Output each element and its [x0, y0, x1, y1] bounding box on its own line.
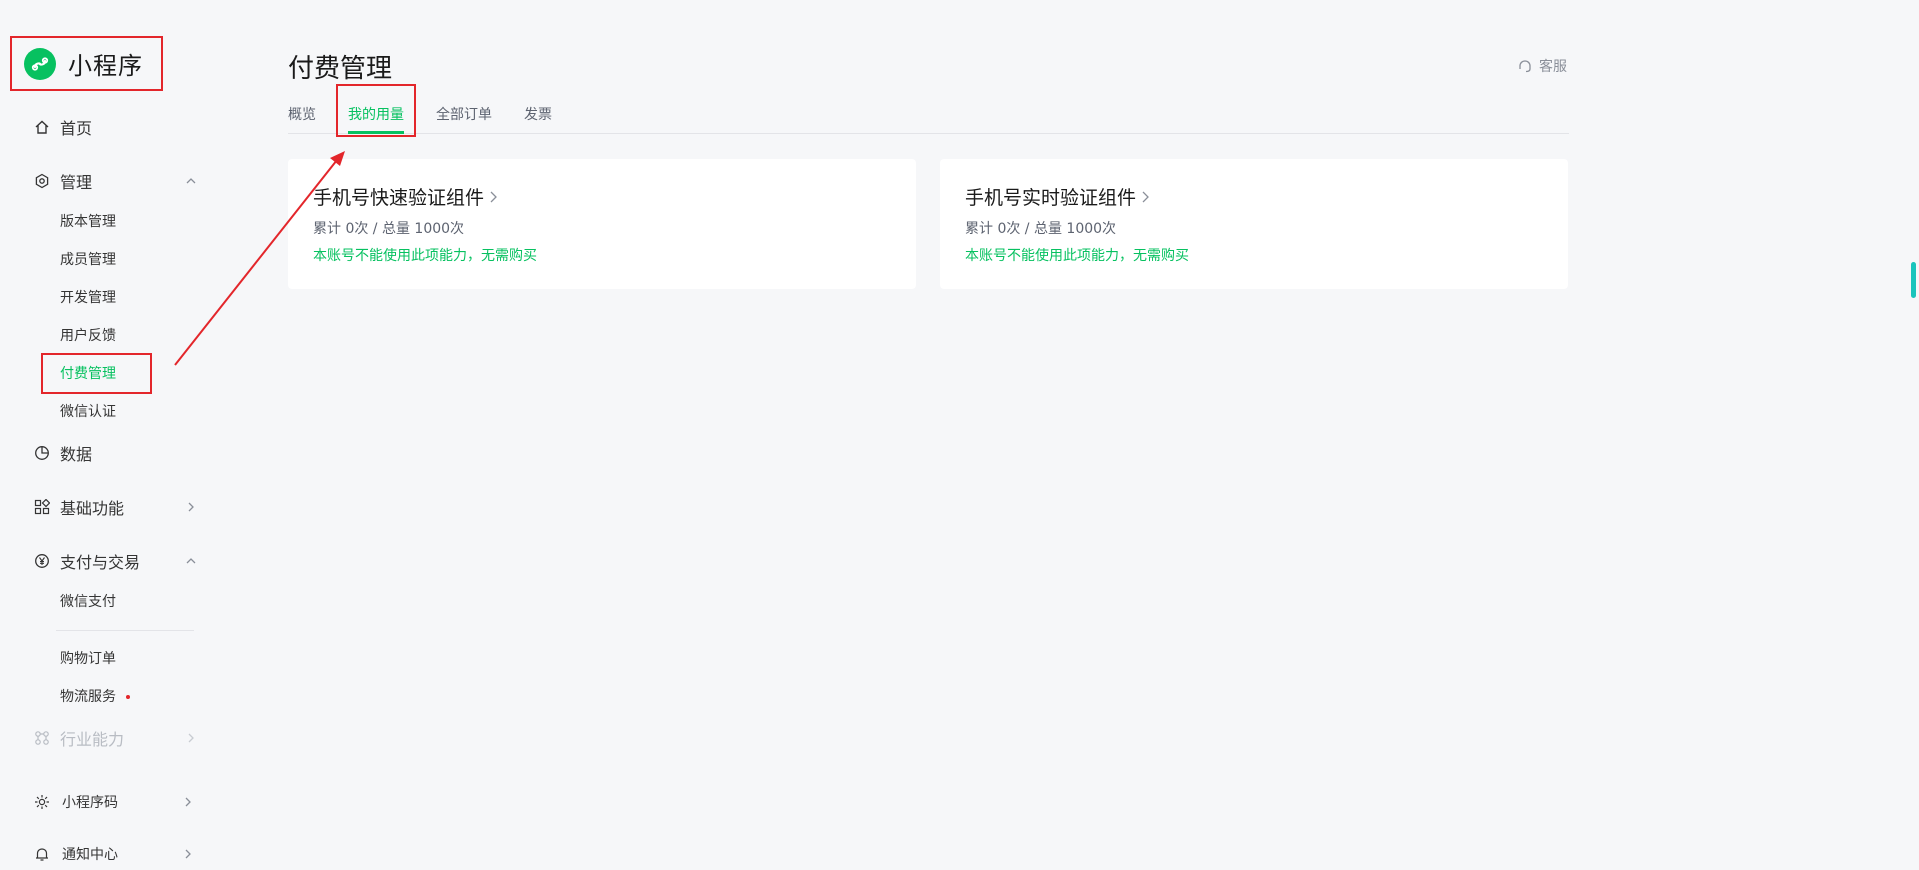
card-usage: 累计 0次 / 总量 1000次 — [965, 221, 1117, 237]
scrollbar-thumb[interactable] — [1911, 262, 1916, 298]
sidebar-item-orders[interactable]: 购物订单 — [60, 648, 116, 670]
tab-invoice[interactable]: 发票 — [524, 104, 552, 124]
grid-icon — [34, 499, 50, 515]
card-note: 本账号不能使用此项能力，无需购买 — [313, 248, 537, 264]
sidebar-item-label: 小程序码 — [62, 795, 118, 811]
app-logo-text: 小程序 — [68, 52, 143, 80]
sidebar-item-basic[interactable]: 基础功能 — [0, 492, 220, 522]
sidebar-item-dev[interactable]: 开发管理 — [60, 287, 116, 309]
page: 小程序 首页 管理 版本管理 成员管理 开发管理 用户反馈 付费管理 微信认证 — [0, 0, 1919, 870]
chevron-right-icon — [185, 797, 191, 807]
new-dot-badge — [126, 695, 130, 699]
nodes-icon — [34, 730, 50, 746]
tab-bar: 概览 我的用量 全部订单 发票 — [288, 98, 1569, 134]
home-icon — [34, 119, 50, 135]
tab-my-usage[interactable]: 我的用量 — [348, 104, 404, 124]
card-note: 本账号不能使用此项能力，无需购买 — [965, 248, 1189, 264]
chevron-right-icon — [490, 191, 497, 202]
sidebar-item-label: 行业能力 — [60, 730, 125, 749]
sidebar-item-manage[interactable]: 管理 — [0, 166, 220, 196]
chevron-right-icon — [185, 849, 191, 859]
pie-chart-icon — [34, 445, 50, 461]
sidebar-item-label: 支付与交易 — [60, 553, 141, 572]
sidebar-item-data[interactable]: 数据 — [0, 438, 220, 468]
sidebar-item-version[interactable]: 版本管理 — [60, 211, 116, 233]
manage-icon — [34, 173, 50, 189]
customer-service-button[interactable]: 客服 — [1517, 56, 1567, 76]
sidebar-item-label: 基础功能 — [60, 499, 125, 518]
component-card: 手机号实时验证组件 累计 0次 / 总量 1000次 本账号不能使用此项能力，无… — [940, 159, 1568, 289]
sun-icon — [34, 794, 50, 810]
card-title-link[interactable]: 手机号实时验证组件 — [965, 183, 1150, 210]
component-card: 手机号快速验证组件 累计 0次 / 总量 1000次 本账号不能使用此项能力，无… — [288, 159, 916, 289]
card-title-link[interactable]: 手机号快速验证组件 — [313, 183, 498, 210]
chevron-right-icon — [188, 502, 194, 512]
sidebar-item-industry[interactable]: 行业能力 — [0, 723, 220, 753]
mini-program-logo-icon — [24, 47, 56, 80]
sidebar-item-label: 管理 — [60, 173, 93, 192]
card-usage: 累计 0次 / 总量 1000次 — [313, 221, 465, 237]
sidebar-divider — [56, 630, 194, 631]
bell-icon — [34, 846, 50, 862]
tab-all-orders[interactable]: 全部订单 — [436, 104, 492, 124]
sidebar-item-wechat-pay[interactable]: 微信支付 — [60, 591, 116, 613]
sidebar-item-notify[interactable]: 通知中心 — [0, 839, 220, 869]
sidebar-item-label: 通知中心 — [62, 847, 118, 863]
sidebar-item-wechat-verify[interactable]: 微信认证 — [60, 401, 116, 423]
chevron-right-icon — [188, 733, 194, 743]
chevron-up-icon — [186, 178, 196, 184]
sidebar-item-feedback[interactable]: 用户反馈 — [60, 325, 116, 347]
sidebar-item-label: 数据 — [60, 445, 93, 464]
sidebar-item-label: 首页 — [60, 119, 93, 138]
sidebar-item-qrcode[interactable]: 小程序码 — [0, 787, 220, 817]
headset-icon — [1519, 60, 1531, 73]
page-title: 付费管理 — [288, 54, 393, 84]
card-title: 手机号快速验证组件 — [313, 187, 485, 209]
tab-overview[interactable]: 概览 — [288, 104, 316, 124]
sidebar-item-members[interactable]: 成员管理 — [60, 249, 116, 271]
sidebar-item-pay[interactable]: 支付与交易 — [0, 546, 220, 576]
sidebar-item-logistics[interactable]: 物流服务 — [60, 686, 130, 708]
app-logo[interactable]: 小程序 — [10, 36, 163, 91]
card-title: 手机号实时验证组件 — [965, 187, 1137, 209]
sidebar: 小程序 首页 管理 版本管理 成员管理 开发管理 用户反馈 付费管理 微信认证 — [0, 0, 230, 870]
sidebar-item-payment-management[interactable]: 付费管理 — [60, 363, 116, 385]
chevron-up-icon — [186, 558, 196, 564]
chevron-right-icon — [1142, 191, 1149, 202]
sidebar-item-home[interactable]: 首页 — [0, 112, 220, 142]
active-tab-indicator — [348, 131, 404, 134]
customer-service-label: 客服 — [1539, 59, 1567, 75]
yuan-icon — [34, 553, 50, 569]
sidebar-item-label: 物流服务 — [60, 689, 116, 705]
